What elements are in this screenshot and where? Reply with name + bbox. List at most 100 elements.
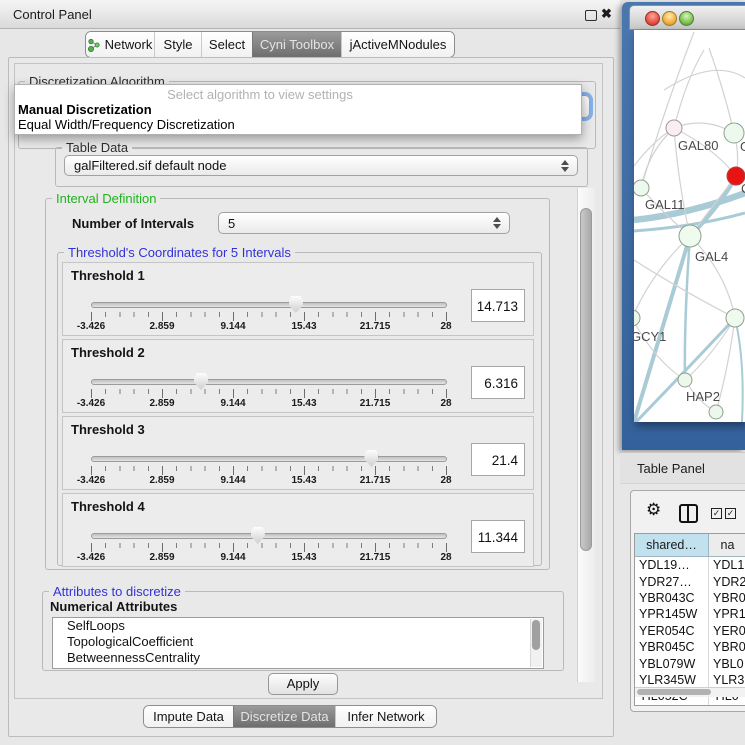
table-row[interactable]: YDR27…YDR2 [635,573,745,589]
network-node[interactable] [679,225,701,247]
dropdown-item-manual-discretization[interactable]: Manual Discretization [18,102,152,117]
table-row[interactable]: YDL19…YDL1 [635,557,745,573]
cell-shared-name[interactable]: YDL19… [635,557,709,573]
minimize-traffic-light-icon[interactable] [662,11,677,26]
checkbox-icon[interactable]: ✓ [725,508,736,519]
tab-select[interactable]: Select [201,32,252,57]
attributes-group-title: Attributes to discretize [49,584,185,599]
content-scrollbar[interactable] [577,188,595,682]
scrollbar-thumb[interactable] [580,208,592,551]
slider-track[interactable] [91,533,447,539]
slider-tick-label: 28 [440,552,451,563]
apply-button[interactable]: Apply [268,673,338,695]
gear-icon[interactable]: ⚙ [646,500,661,520]
cell-name[interactable]: YBL0 [709,655,745,671]
tab-discretize-data[interactable]: Discretize Data [233,706,335,727]
cell-name[interactable]: YBR0 [709,590,745,606]
slider-track[interactable] [91,379,447,385]
slider-tick-label: 9.144 [220,321,245,332]
slider-track[interactable] [91,456,447,462]
tab-style[interactable]: Style [154,32,201,57]
network-node[interactable] [634,180,649,196]
cell-name[interactable]: YDR2 [709,573,745,589]
numerical-attributes-list[interactable]: SelfLoops TopologicalCoefficient Between… [52,617,544,669]
tab-infer-network[interactable]: Infer Network [335,706,436,727]
cell-name[interactable]: YPR1 [709,606,745,622]
slider-tick-label: -3.426 [77,321,105,332]
column-header-name[interactable]: na [709,534,745,556]
slider-thumb[interactable] [194,373,208,390]
slider-thumb[interactable] [364,450,378,467]
cell-shared-name[interactable]: YPR145W [635,606,709,622]
slider-tick-label: 9.144 [220,475,245,486]
scrollbar-thumb[interactable] [532,620,540,650]
slider-thumb[interactable] [289,296,303,313]
network-node[interactable] [678,373,692,387]
network-node-label: GAL4 [695,249,728,264]
table-row[interactable]: YBR045CYBR0 [635,639,745,655]
cell-shared-name[interactable]: YBR045C [635,639,709,655]
cell-shared-name[interactable]: YBL079W [635,655,709,671]
list-scrollbar[interactable] [530,619,542,667]
table-row[interactable]: YPR145WYPR1 [635,606,745,622]
network-window-titlebar[interactable] [629,5,745,30]
screen: Control Panel ✖ Network Style Select Cyn… [0,0,745,745]
cell-shared-name[interactable]: YBR043C [635,590,709,606]
num-intervals-label: Number of Intervals [72,216,194,231]
threshold-value-field[interactable]: 21.4 [471,443,525,476]
slider-major-ticks [91,389,449,398]
slider-tick-label: 9.144 [220,398,245,409]
tab-impute-data[interactable]: Impute Data [144,706,233,727]
close-traffic-light-icon[interactable] [645,11,660,26]
slider-tick-label: 28 [440,398,451,409]
num-intervals-combobox[interactable]: 5 [218,212,510,234]
column-header-shared[interactable]: shared… [635,534,709,556]
dropdown-prompt: Select algorithm to view settings [15,87,505,102]
list-item[interactable]: SelfLoops [53,618,543,634]
table-row[interactable]: YBR043CYBR0 [635,590,745,606]
list-item[interactable]: BetweennessCentrality [53,650,543,666]
threshold-value-field[interactable]: 6.316 [471,366,525,399]
list-item[interactable]: TopologicalCoefficient [53,634,543,650]
dropdown-item-equal-width[interactable]: Equal Width/Frequency Discretization [18,117,235,132]
slider-major-ticks [91,543,449,552]
close-icon[interactable]: ✖ [601,6,612,22]
cell-shared-name[interactable]: YER054C [635,623,709,639]
threshold-value-field[interactable]: 11.344 [471,520,525,553]
table-row[interactable]: YER054CYER0 [635,623,745,639]
cell-name[interactable]: YDL1 [709,557,745,573]
network-node[interactable] [634,310,640,326]
network-node[interactable] [666,120,682,136]
slider-tick-label: 15.43 [291,475,316,486]
scrollbar-thumb[interactable] [637,689,711,695]
cell-name[interactable]: YER0 [709,623,745,639]
network-node[interactable] [709,405,723,419]
slider-track[interactable] [91,302,447,308]
cell-name[interactable]: YLR3 [709,672,745,688]
table-horizontal-scrollbar[interactable] [635,687,745,697]
column-layout-icon[interactable] [679,504,698,523]
tab-cyni-toolbox[interactable]: Cyni Toolbox [252,32,341,57]
table-row[interactable]: YBL079WYBL0 [635,655,745,671]
table-panel-title: Table Panel [637,461,705,476]
slider-thumb[interactable] [251,527,265,544]
network-canvas[interactable]: GAL80GCGAL11GAL4GCY1HHAP2 [634,30,745,422]
cell-name[interactable]: YBR0 [709,639,745,655]
float-window-icon[interactable] [585,10,597,21]
table-row[interactable]: YLR345WYLR3 [635,672,745,688]
cell-shared-name[interactable]: YLR345W [635,672,709,688]
tab-jactivemnodules[interactable]: jActiveMNodules [341,32,454,57]
checkbox-icon[interactable]: ✓ [711,508,722,519]
zoom-traffic-light-icon[interactable] [679,11,694,26]
network-node-label: HAP2 [686,389,720,404]
network-node-label: GCY1 [634,329,666,344]
cell-shared-name[interactable]: YDR27… [635,573,709,589]
network-node[interactable] [726,309,744,327]
network-node-label: GAL11 [645,197,685,212]
thresholds-group-title: Threshold's Coordinates for 5 Intervals [64,245,295,260]
table-data-value: galFiltered.sif default node [74,158,226,173]
table-data-combobox[interactable]: galFiltered.sif default node [64,155,578,176]
threshold-value-field[interactable]: 14.713 [471,289,525,322]
tab-network[interactable]: Network [86,32,154,57]
threshold-label: Threshold 1 [71,268,145,283]
